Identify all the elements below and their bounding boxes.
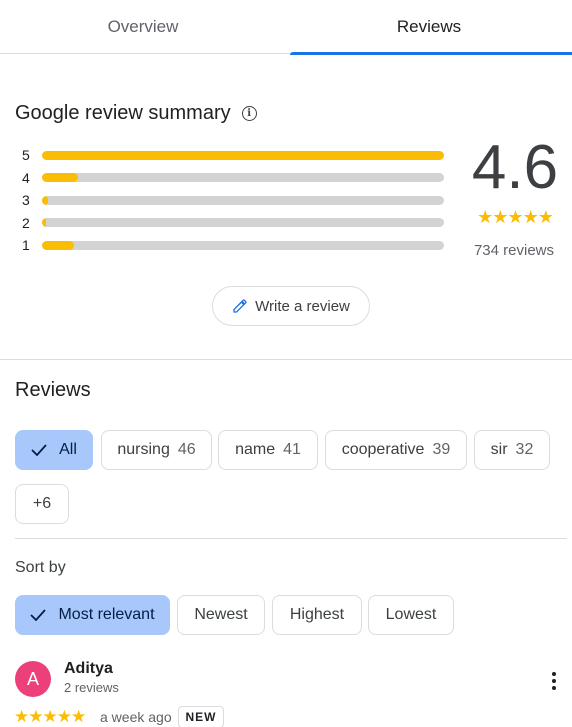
average-stars: ★★★★★ <box>477 207 554 227</box>
rating-bar-row: 1 <box>22 234 446 257</box>
review-count[interactable]: 734 reviews <box>464 242 564 259</box>
filter-chip-label: sir <box>490 441 508 458</box>
rating-bar-track <box>42 173 444 183</box>
average-rating: 4.6 <box>471 133 559 202</box>
rating-bar-label: 3 <box>22 192 30 209</box>
avatar[interactable]: A <box>15 661 51 697</box>
sort-chip-label: Lowest <box>385 606 437 623</box>
rating-bar-track <box>42 150 444 160</box>
review-summary-title: Google review summary i <box>15 102 257 125</box>
section-divider <box>0 359 572 360</box>
rating-bar-fill <box>42 218 47 228</box>
filter-chip-cooperative[interactable]: cooperative 39 <box>325 430 467 470</box>
filter-chip-label: +6 <box>32 495 52 512</box>
filter-chip-nursing[interactable]: nursing 46 <box>101 430 212 470</box>
pencil-icon <box>233 299 247 313</box>
new-badge: NEW <box>178 706 224 727</box>
tab-bar: Overview Reviews <box>0 0 572 55</box>
rating-bar-label: 5 <box>22 147 30 164</box>
reviewer-name[interactable]: Aditya <box>64 660 113 678</box>
check-icon <box>30 609 47 621</box>
sort-chip-highest[interactable]: Highest <box>272 595 362 635</box>
filter-chip-count: 41 <box>283 441 301 458</box>
rating-bar-label: 1 <box>22 237 30 254</box>
sort-chip-label: Most relevant <box>58 606 155 623</box>
filter-chip-count: 39 <box>432 441 451 458</box>
rating-bar-row: 4 <box>22 167 446 190</box>
write-review-label: Write a review <box>255 297 350 315</box>
review-stars: ★★★★★ <box>14 707 86 726</box>
rating-bar-track <box>42 195 444 205</box>
filter-chip-label: name <box>235 441 276 458</box>
tab-overview[interactable]: Overview <box>0 0 286 53</box>
filter-chip-count: 46 <box>177 441 196 458</box>
rating-bar-label: 4 <box>22 169 30 186</box>
filter-chip-sir[interactable]: sir 32 <box>474 430 550 470</box>
info-icon[interactable]: i <box>241 106 257 121</box>
rating-bar-track <box>42 240 444 250</box>
filter-divider <box>15 538 567 539</box>
sort-chip-most-relevant[interactable]: Most relevant <box>15 595 170 635</box>
more-vert-icon[interactable] <box>541 666 567 696</box>
reviews-heading: Reviews <box>15 379 91 401</box>
check-icon <box>31 444 47 456</box>
filter-chip-all[interactable]: All <box>15 430 93 470</box>
filter-chip-label: nursing <box>117 441 170 458</box>
rating-distribution: 5 4 3 2 1 <box>22 144 446 257</box>
sort-chip-newest[interactable]: Newest <box>177 595 265 635</box>
rating-bar-fill <box>42 173 79 183</box>
rating-bar-row: 5 <box>22 144 446 167</box>
tab-reviews[interactable]: Reviews <box>286 0 572 55</box>
rating-bar-row: 3 <box>22 189 446 212</box>
reviewer-meta: 2 reviews <box>64 680 119 695</box>
rating-bar-label: 2 <box>22 214 30 231</box>
filter-chip-name[interactable]: name 41 <box>218 430 318 470</box>
rating-bar-track <box>42 218 444 228</box>
filter-chip-label: All <box>59 441 77 458</box>
write-review-button[interactable]: Write a review <box>212 286 370 326</box>
sort-chip-label: Highest <box>289 606 345 623</box>
sort-chip-lowest[interactable]: Lowest <box>368 595 454 635</box>
review-summary-title-text: Google review summary <box>15 102 231 124</box>
sort-label: Sort by <box>15 559 66 576</box>
filter-chip-count: 32 <box>515 441 534 458</box>
filter-chip-label: cooperative <box>341 441 425 458</box>
filter-chip-more[interactable]: +6 <box>15 484 69 524</box>
sort-chip-label: Newest <box>194 606 248 623</box>
rating-bar-fill <box>42 240 75 250</box>
rating-bar-fill <box>42 150 444 160</box>
review-time: a week ago <box>100 709 172 725</box>
rating-bar-fill <box>42 195 49 205</box>
rating-bar-row: 2 <box>22 212 446 235</box>
